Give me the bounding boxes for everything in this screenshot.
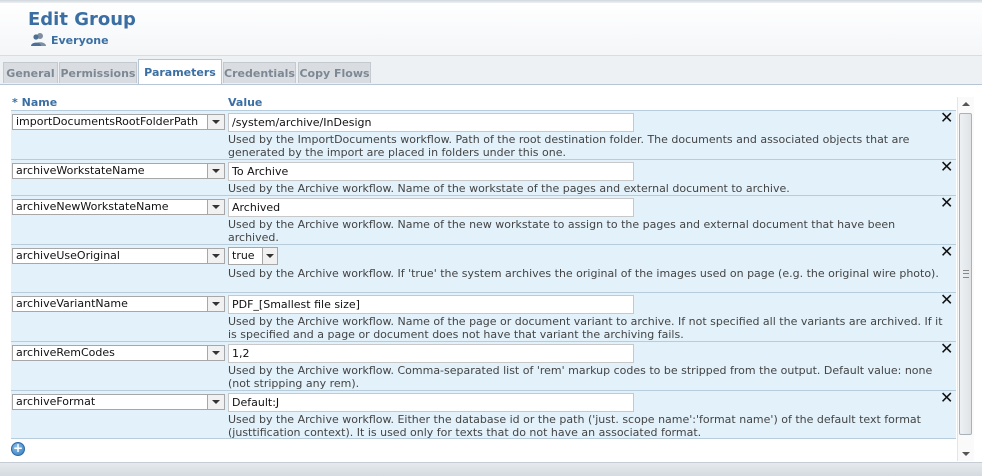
parameter-value-input[interactable]: To Archive [228,162,634,181]
parameter-description: Used by the Archive workflow. Either the… [228,413,921,439]
value-column-header: Value [228,96,263,109]
parameter-description: Used by the ImportDocuments workflow. Pa… [228,133,910,159]
tab-credentials[interactable]: Credentials [223,62,296,83]
add-circle-icon[interactable]: + [11,442,25,456]
close-icon[interactable]: ✕ [940,292,953,308]
close-icon[interactable]: ✕ [940,244,953,260]
scrollbar-grip-icon [963,270,969,278]
table-row: archiveVariantName PDF_[Smallest file si… [11,292,956,341]
table-row: archiveWorkstateName To Archive Used by … [11,159,956,195]
header-top-border [0,0,982,3]
parameter-name-select[interactable]: importDocumentsRootFolderPath [12,114,225,130]
tab-permissions[interactable]: Permissions [59,62,137,83]
parameter-name: archiveFormat [16,395,96,408]
parameter-name: archiveWorkstateName [16,164,145,177]
scrollbar-thumb[interactable] [959,113,972,435]
tab-bar: General Permissions Parameters Credentia… [0,56,982,85]
chevron-down-icon[interactable] [207,297,224,311]
close-icon[interactable]: ✕ [940,195,953,211]
scroll-up-icon[interactable] [958,97,974,111]
group-name: Everyone [51,34,109,47]
parameter-value-select[interactable]: true [228,247,278,265]
scroll-down-icon[interactable] [958,447,974,461]
tab-general[interactable]: General [3,62,58,83]
close-icon[interactable]: ✕ [940,110,953,126]
chevron-down-icon[interactable] [207,395,224,409]
table-row: archiveRemCodes 1,2 Used by the Archive … [11,341,956,390]
parameter-description: Used by the Archive workflow. If 'true' … [228,267,939,280]
parameter-name-select[interactable]: archiveRemCodes [12,345,225,361]
parameter-name: archiveVariantName [16,297,128,310]
parameter-value-input[interactable]: Default:J [228,393,634,412]
chevron-down-icon[interactable] [207,249,224,263]
chevron-down-icon[interactable] [207,164,224,178]
required-marker: * [12,96,18,109]
parameter-name-select[interactable]: archiveFormat [12,394,225,410]
parameter-name-select[interactable]: archiveVariantName [12,296,225,312]
chevron-down-icon[interactable] [262,248,277,264]
parameter-name: archiveNewWorkstateName [16,200,169,213]
parameter-name: archiveRemCodes [16,346,115,359]
vertical-scrollbar[interactable] [957,97,974,461]
parameter-name-select[interactable]: archiveWorkstateName [12,163,225,179]
user-group-icon [31,32,47,49]
parameter-name-select[interactable]: archiveNewWorkstateName [12,199,225,215]
parameters-table: importDocumentsRootFolderPath /system/ar… [11,110,956,439]
table-row: archiveFormat Default:J Used by the Arch… [11,390,956,439]
parameter-name: importDocumentsRootFolderPath [16,115,199,128]
chevron-down-icon[interactable] [207,346,224,360]
tab-parameters[interactable]: Parameters [138,59,222,84]
tab-copy-flows[interactable]: Copy Flows [298,62,371,83]
close-icon[interactable]: ✕ [940,390,953,406]
parameter-name: archiveUseOriginal [16,249,120,262]
page-title: Edit Group [28,9,136,30]
chevron-down-icon[interactable] [207,200,224,214]
parameter-name-select[interactable]: archiveUseOriginal [12,248,225,264]
header: Edit Group Everyone [0,0,982,56]
close-icon[interactable]: ✕ [940,159,953,175]
edit-group-dialog: Edit Group Everyone General Permissions … [0,0,982,476]
parameter-value-input[interactable]: 1,2 [228,344,634,363]
parameter-description: Used by the Archive workflow. Name of th… [228,182,790,195]
parameter-description: Used by the Archive workflow. Name of th… [228,218,896,244]
parameter-value-input[interactable]: /system/archive/InDesign [228,113,634,132]
table-row: archiveUseOriginal true Used by the Arch… [11,244,956,292]
group-info: Everyone [31,32,109,49]
name-column-label: Name [21,96,58,109]
parameter-description: Used by the Archive workflow. Comma-sepa… [228,364,933,390]
parameter-value: true [232,249,255,262]
parameter-value-input[interactable]: Archived [228,198,634,217]
name-column-header: * Name [12,96,57,109]
chevron-down-icon[interactable] [207,115,224,129]
parameter-value-input[interactable]: PDF_[Smallest file size] [228,295,634,314]
footer-border [0,462,982,476]
parameter-description: Used by the Archive workflow. Name of th… [228,315,943,341]
parameters-panel: * Name Value importDocumentsRootFolderPa… [0,85,982,475]
table-row: importDocumentsRootFolderPath /system/ar… [11,110,956,159]
table-row: archiveNewWorkstateName Archived Used by… [11,195,956,244]
close-icon[interactable]: ✕ [940,341,953,357]
